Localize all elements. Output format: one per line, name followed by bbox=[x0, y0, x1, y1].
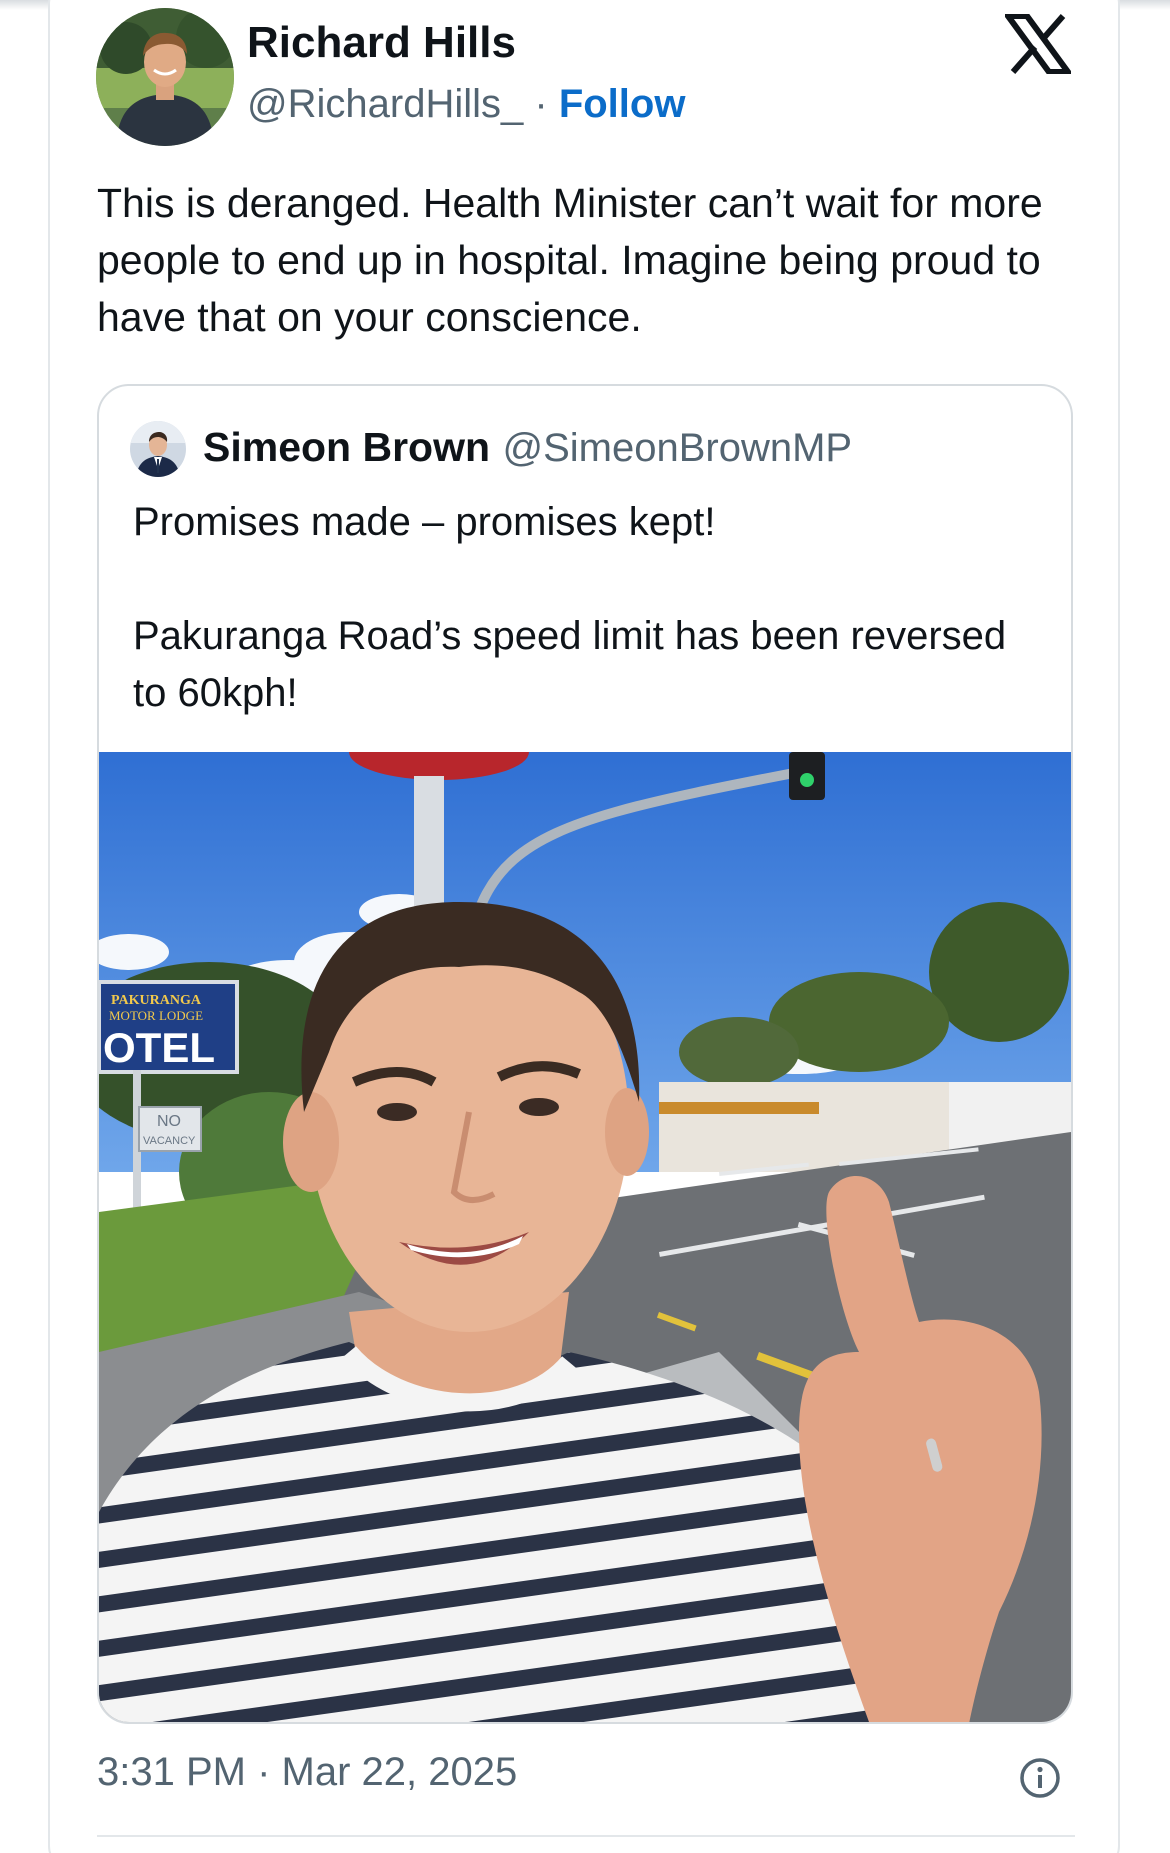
sign-text-1: PAKURANGA bbox=[111, 993, 202, 1008]
quoted-author-avatar[interactable] bbox=[130, 421, 186, 477]
quoted-author-avatar-image bbox=[130, 421, 186, 477]
quoted-text-line-2: Pakuranga Road’s speed limit has been re… bbox=[133, 614, 1007, 715]
quoted-tweet-text: Promises made – promises kept! Pakuranga… bbox=[133, 494, 1033, 722]
divider bbox=[97, 1835, 1075, 1837]
sign-text-2: MOTOR LODGE bbox=[109, 1008, 203, 1023]
quoted-text-line-1: Promises made – promises kept! bbox=[133, 500, 716, 544]
info-icon[interactable] bbox=[1018, 1756, 1062, 1800]
page: Richard Hills @RichardHills_ · Follow Th… bbox=[0, 0, 1170, 1853]
vacancy-text-1: NO bbox=[157, 1113, 181, 1130]
tweet-timestamp[interactable]: 3:31 PM · Mar 22, 2025 bbox=[97, 1750, 517, 1795]
vacancy-text-2: VACANCY bbox=[143, 1135, 196, 1147]
follow-button[interactable]: Follow bbox=[559, 82, 686, 126]
handle-separator: · bbox=[534, 82, 548, 126]
author-handle[interactable]: @RichardHills_ bbox=[247, 82, 523, 126]
author-avatar-image bbox=[96, 8, 234, 146]
x-logo-icon[interactable] bbox=[1002, 13, 1074, 75]
author-avatar[interactable] bbox=[96, 8, 234, 146]
tweet-text: This is deranged. Health Minister can’t … bbox=[97, 180, 1043, 340]
sign-text-3: OTEL bbox=[103, 1024, 215, 1071]
selfie-photo: PAKURANGA MOTOR LODGE OTEL NO VACANCY bbox=[99, 724, 1071, 1722]
quoted-author-handle[interactable]: @SimeonBrownMP bbox=[502, 426, 852, 470]
quoted-tweet-photo[interactable]: PAKURANGA MOTOR LODGE OTEL NO VACANCY bbox=[99, 724, 1071, 1722]
author-handle-row: @RichardHills_ · Follow bbox=[247, 82, 685, 127]
quoted-author-row: Simeon Brown @SimeonBrownMP bbox=[203, 424, 852, 471]
author-display-name[interactable]: Richard Hills bbox=[247, 18, 516, 68]
quoted-author-name[interactable]: Simeon Brown bbox=[203, 424, 490, 470]
quoted-tweet[interactable]: Simeon Brown @SimeonBrownMP Promises mad… bbox=[97, 384, 1073, 1724]
